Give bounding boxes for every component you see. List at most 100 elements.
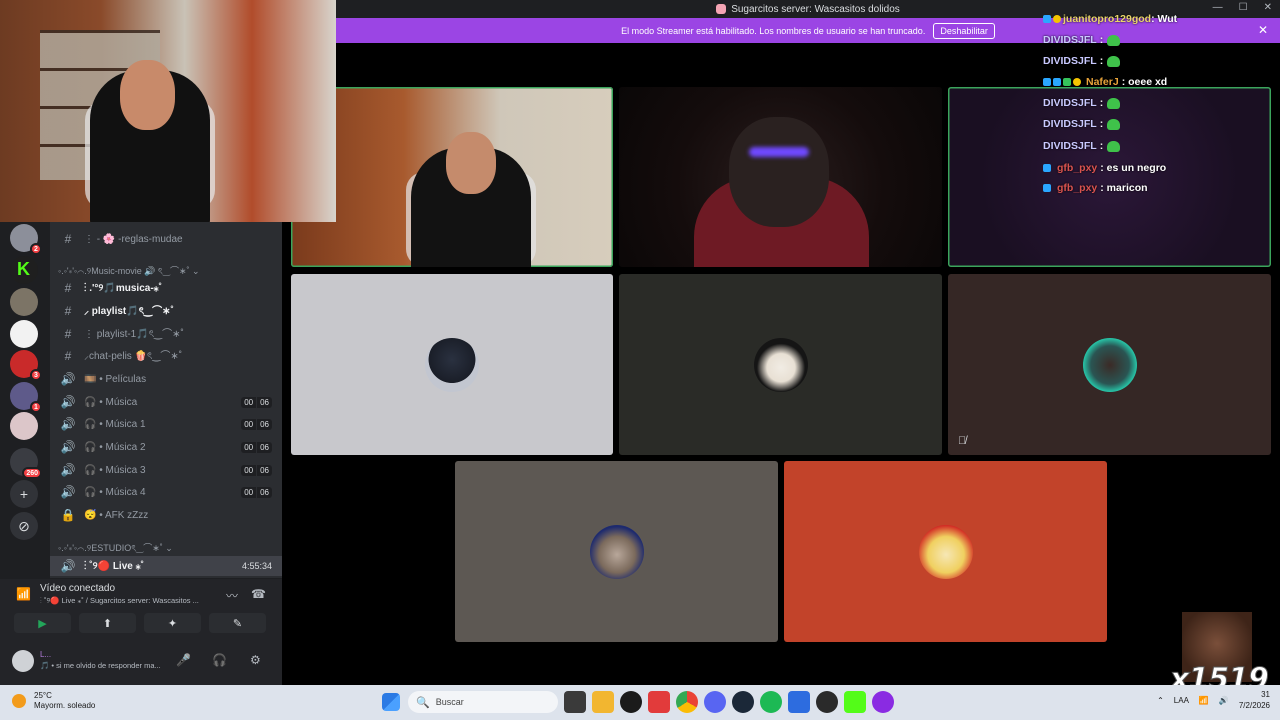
speaker-icon: 🔊 (60, 395, 76, 409)
camera-button[interactable]: ▶ (14, 613, 71, 633)
head-shape (446, 132, 496, 194)
user-panel: L... 🎵 • si me olvido de responder ma...… (0, 642, 282, 685)
notepad-icon[interactable] (788, 691, 810, 713)
language-indicator[interactable]: LAA (1174, 696, 1189, 705)
volume-icon[interactable]: 🔊 (1219, 696, 1229, 705)
voice-channel-musica-2[interactable]: 🔊 🎧 • Música 2 00 06 (58, 437, 276, 457)
voice-channel-live[interactable]: 🔊 ⋮ ˚୨🔴 Live ⁎˚ 4:55:34 (50, 556, 282, 576)
screen-share-button[interactable]: ⬆ (79, 613, 136, 633)
chat-message: gfb_pxy: maricon (1043, 179, 1148, 197)
start-icon[interactable] (382, 693, 400, 711)
muted-mic-icon: 🎙̸ (958, 435, 967, 447)
server-icon[interactable]: 3 (10, 350, 42, 381)
taskbar-apps: 🔍 Buscar (380, 691, 894, 713)
server-icon[interactable] (10, 288, 38, 316)
voice-channel-musica-4[interactable]: 🔊 🎧 • Música 4 00 06 (58, 482, 276, 502)
server-icon[interactable] (10, 412, 38, 440)
chat-message: DIVIDSJFL: (1043, 52, 1121, 70)
video-tile-user-4[interactable] (455, 461, 778, 642)
spotify-icon[interactable] (760, 691, 782, 713)
voice-channel-peliculas[interactable]: 🔊 🎞️ • Películas (58, 369, 276, 389)
category-estudio[interactable]: ◦.◦'∗'◦⌒.୨ESTUDIOৎ‿⌒∗˚ ⌄ (58, 541, 173, 556)
chrome-icon[interactable] (676, 691, 698, 713)
server-icon[interactable]: K (10, 256, 38, 284)
voice-connection-panel: 📶 Vídeo conectado ⋮ ˚୨🔴 Live ⁎˚ / Sugarc… (0, 578, 282, 642)
chat-message: DIVIDSJFL: (1043, 94, 1121, 112)
avatar (589, 524, 644, 579)
video-tile-camera[interactable] (619, 87, 942, 267)
badge-icon (1043, 164, 1051, 172)
notification-badge: 260 (22, 467, 42, 479)
file-explorer-icon[interactable] (592, 691, 614, 713)
app-icon[interactable] (648, 691, 670, 713)
channel-reglas-mudae[interactable]: # ⋮ - 🌸 -reglas-mudae (58, 229, 276, 249)
video-tile-self[interactable] (291, 87, 613, 267)
notification-badge: 3 (30, 369, 42, 381)
clock[interactable]: 31 7/2/2026 (1239, 689, 1270, 711)
disable-streamer-button[interactable]: Deshabilitar (933, 22, 995, 39)
microphone-icon[interactable]: 🎤 (176, 653, 191, 667)
video-tile-user-1[interactable] (291, 274, 613, 455)
avatar[interactable] (12, 650, 34, 672)
emote-icon (1107, 97, 1121, 109)
signal-icon[interactable]: 📶 (16, 587, 31, 601)
custom-status: 🎵 • si me olvido de responder ma... (40, 661, 161, 670)
username: L... (40, 650, 52, 659)
server-icon[interactable] (10, 320, 38, 348)
explore-icon[interactable]: ⊘ (10, 512, 38, 540)
server-icon[interactable]: 2 (10, 224, 42, 255)
server-icon[interactable]: 1 (10, 382, 42, 413)
noise-suppression-icon[interactable]: 〰 (226, 587, 238, 604)
channel-label: 🎧 • Música 3 (84, 464, 146, 476)
video-tile-user-5[interactable] (784, 461, 1107, 642)
channel-playlist-1[interactable]: # ⋮ playlist-1🎵ৎ‿⌒∗˚ (58, 324, 276, 344)
chat-message: gfb_pxy: es un negro (1043, 159, 1166, 177)
badge-icon (1053, 78, 1061, 86)
badge-icon (1043, 184, 1051, 192)
user-count: 00 06 (240, 486, 272, 498)
notification-badge: 2 (30, 243, 42, 255)
video-tile-user-2[interactable] (619, 274, 942, 455)
app-icon[interactable] (620, 691, 642, 713)
hash-icon: # (64, 232, 72, 246)
channel-label: 🎧 • Música 2 (84, 441, 146, 453)
live-timer: 4:55:34 (241, 561, 272, 571)
voice-status-title: Vídeo conectado (40, 583, 116, 594)
voice-channel-afk[interactable]: 🔒 😴 • AFK zZzz (58, 505, 276, 525)
voice-channel-musica-3[interactable]: 🔊 🎧 • Música 3 00 06 (58, 460, 276, 480)
voice-channel-musica-1[interactable]: 🔊 🎧 • Música 1 00 06 (58, 414, 276, 434)
channel-chat-pelis[interactable]: # ⸝chat-pelis 🍿ৎ‿⌒∗˚ (58, 346, 276, 366)
add-server-icon[interactable]: + (10, 480, 38, 508)
weather-widget[interactable]: 25°C Mayorm. soleado (12, 691, 95, 711)
headphones-icon[interactable]: 🎧 (212, 653, 227, 667)
badge-icon (1073, 78, 1081, 86)
speaker-icon: 🔊 (60, 463, 76, 477)
speaker-icon: 🔊 (60, 440, 76, 454)
disconnect-icon[interactable]: ☎ (251, 587, 266, 601)
speaker-icon: 🔊 (60, 559, 76, 573)
wifi-icon[interactable]: 📶 (1199, 696, 1209, 705)
headset-app-icon[interactable] (872, 691, 894, 713)
badge-icon (1043, 15, 1051, 23)
settings-gear-icon[interactable]: ⚙ (250, 653, 261, 667)
kick-icon[interactable] (844, 691, 866, 713)
activities-button[interactable]: ✦ (144, 613, 201, 633)
voice-status-channel[interactable]: ⋮ ˚୨🔴 Live ⁎˚ / Sugarcitos server: Wasca… (40, 596, 220, 606)
channel-playlist[interactable]: # ⸝ playlist🎵ৎ‿⌒∗˚ (58, 301, 276, 321)
soundboard-button[interactable]: ✎ (209, 613, 266, 633)
user-count: 00 06 (240, 441, 272, 453)
category-music-movie[interactable]: ◦.◦'∗'◦⌒.୨Music-movie 🔊 ৎ‿⌒∗˚ ⌄ (58, 264, 200, 279)
server-folder[interactable]: 260 (10, 448, 42, 479)
speaker-icon: 🔊 (60, 485, 76, 499)
chevron-up-icon[interactable]: ⌃ (1157, 696, 1164, 705)
video-tile-user-3[interactable]: 🎙̸ (948, 274, 1271, 455)
avatar (425, 337, 479, 392)
discord-icon[interactable] (704, 691, 726, 713)
channel-musica[interactable]: # ⋮ .'°୨🎵musica-⁎˚ (58, 278, 276, 298)
taskbar-search[interactable]: 🔍 Buscar (408, 691, 558, 713)
task-view-icon[interactable] (564, 691, 586, 713)
voice-channel-musica[interactable]: 🔊 🎧 • Música 00 06 (58, 392, 276, 412)
speaker-icon: 🔊 (60, 417, 76, 431)
steam-icon[interactable] (732, 691, 754, 713)
obs-icon[interactable] (816, 691, 838, 713)
